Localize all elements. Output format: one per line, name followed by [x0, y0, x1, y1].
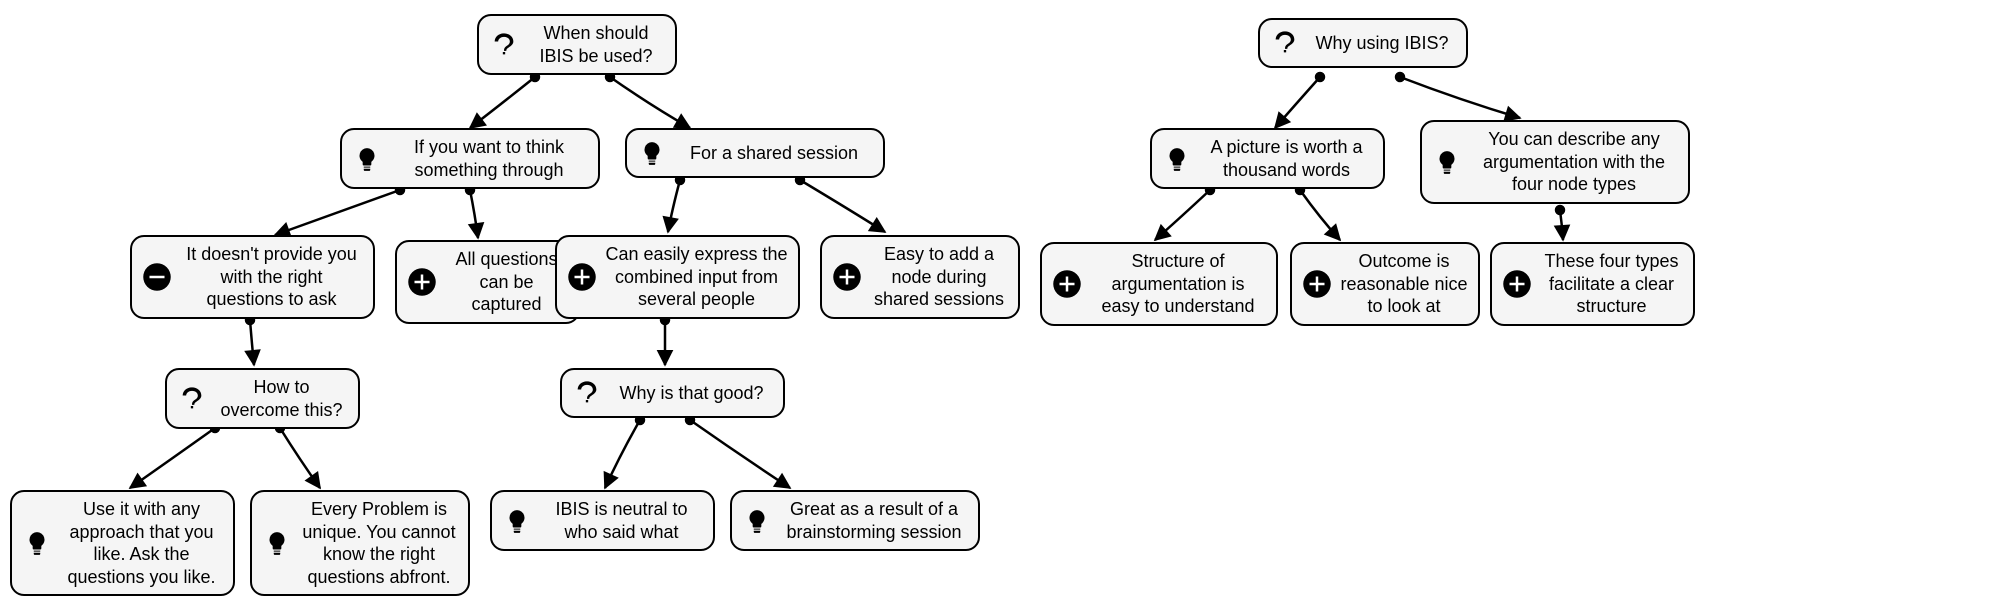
node-text: Outcome is reasonable nice to look at [1340, 250, 1468, 318]
node-text: Every Problem is unique. You cannot know… [300, 498, 458, 588]
plus-icon [1050, 267, 1084, 301]
node-i-fourtypes[interactable]: You can describe any argumentation with … [1420, 120, 1690, 204]
node-p-clear[interactable]: These four types facilitate a clear stru… [1490, 242, 1695, 326]
question-icon [1268, 26, 1302, 60]
node-text: IBIS is neutral to who said what [540, 498, 703, 543]
node-i-picture[interactable]: A picture is worth a thousand words [1150, 128, 1385, 189]
node-p-struct[interactable]: Structure of argumentation is easy to un… [1040, 242, 1278, 326]
node-text: Why using IBIS? [1308, 32, 1456, 55]
lightbulb-icon [350, 142, 384, 176]
lightbulb-icon [740, 504, 774, 538]
node-text: Use it with any approach that you like. … [60, 498, 223, 588]
node-p-addnode[interactable]: Easy to add a node during shared session… [820, 235, 1020, 319]
node-text: All questions can be captured [445, 248, 568, 316]
node-i-neutral[interactable]: IBIS is neutral to who said what [490, 490, 715, 551]
plus-icon [1300, 267, 1334, 301]
node-text: You can describe any argumentation with … [1470, 128, 1678, 196]
minus-icon [140, 260, 174, 294]
node-i-unique[interactable]: Every Problem is unique. You cannot know… [250, 490, 470, 596]
diagram-canvas: When should IBIS be used? If you want to… [0, 0, 2000, 603]
node-text: Easy to add a node during shared session… [870, 243, 1008, 311]
node-text: If you want to think something through [390, 136, 588, 181]
node-p-allq[interactable]: All questions can be captured [395, 240, 580, 324]
node-text: Why is that good? [610, 382, 773, 405]
question-icon [175, 382, 209, 416]
node-q-whygood[interactable]: Why is that good? [560, 368, 785, 418]
node-text: These four types facilitate a clear stru… [1540, 250, 1683, 318]
node-p-combine[interactable]: Can easily express the combined input fr… [555, 235, 800, 319]
plus-icon [565, 260, 599, 294]
node-q-when[interactable]: When should IBIS be used? [477, 14, 677, 75]
node-text: For a shared session [675, 142, 873, 165]
node-m-noq[interactable]: It doesn't provide you with the right qu… [130, 235, 375, 319]
lightbulb-icon [1160, 142, 1194, 176]
lightbulb-icon [500, 504, 534, 538]
plus-icon [830, 260, 864, 294]
node-q-whyibis[interactable]: Why using IBIS? [1258, 18, 1468, 68]
node-text: How to overcome this? [215, 376, 348, 421]
node-text: A picture is worth a thousand words [1200, 136, 1373, 181]
node-i-anyappr[interactable]: Use it with any approach that you like. … [10, 490, 235, 596]
node-text: It doesn't provide you with the right qu… [180, 243, 363, 311]
node-i-brain[interactable]: Great as a result of a brainstorming ses… [730, 490, 980, 551]
plus-icon [405, 265, 439, 299]
node-p-outcome[interactable]: Outcome is reasonable nice to look at [1290, 242, 1480, 326]
plus-icon [1500, 267, 1534, 301]
node-q-overcome[interactable]: How to overcome this? [165, 368, 360, 429]
node-text: Great as a result of a brainstorming ses… [780, 498, 968, 543]
node-i-shared[interactable]: For a shared session [625, 128, 885, 178]
question-icon [570, 376, 604, 410]
node-text: Structure of argumentation is easy to un… [1090, 250, 1266, 318]
question-icon [487, 28, 521, 62]
node-text: When should IBIS be used? [527, 22, 665, 67]
node-text: Can easily express the combined input fr… [605, 243, 788, 311]
lightbulb-icon [20, 526, 54, 560]
lightbulb-icon [260, 526, 294, 560]
node-i-think[interactable]: If you want to think something through [340, 128, 600, 189]
lightbulb-icon [1430, 145, 1464, 179]
lightbulb-icon [635, 136, 669, 170]
